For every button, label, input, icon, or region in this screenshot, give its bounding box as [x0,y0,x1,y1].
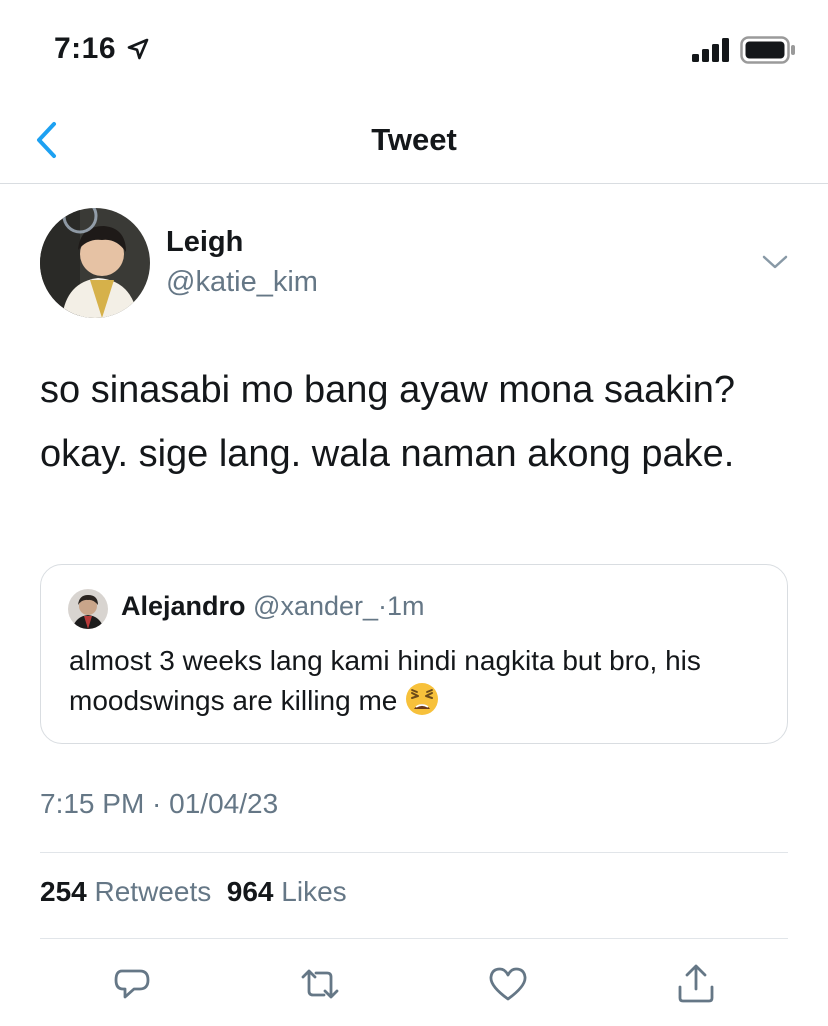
page-title: Tweet [371,122,457,157]
cellular-signal-icon [692,38,729,62]
like-icon[interactable] [486,962,530,1006]
status-bar: 7:16 [0,0,828,96]
retweets-label[interactable]: Retweets [95,876,212,907]
likes-count[interactable]: 964 [227,876,274,907]
retweet-icon[interactable] [298,962,342,1006]
tweet-stats: 254 Retweets 964 Likes [40,876,347,908]
battery-icon [740,36,795,64]
user-name[interactable]: Leigh [166,226,243,259]
avatar[interactable] [40,208,150,318]
quoted-time: 1m [387,591,425,621]
user-handle[interactable]: @katie_kim [166,266,318,299]
retweets-count[interactable]: 254 [40,876,87,907]
quoted-text-body: almost 3 weeks lang kami hindi nagkita b… [69,645,701,716]
nav-bar: Tweet [0,96,828,184]
location-arrow-icon [127,38,149,60]
quoted-avatar [68,589,108,629]
divider [40,938,788,939]
quoted-header: Alejandro @xander_·1m [121,591,425,622]
divider [40,852,788,853]
quoted-tweet-card[interactable]: Alejandro @xander_·1m almost 3 weeks lan… [40,564,788,744]
reply-icon[interactable] [110,962,154,1006]
quoted-author-name: Alejandro [121,591,246,621]
tweet-timestamp: 7:15 PM · 01/04/23 [40,788,279,819]
weary-face-emoji [406,683,439,715]
tweet-text: so sinasabi mo bang ayaw mona saakin? ok… [40,369,735,475]
quoted-separator: · [378,591,388,621]
share-icon[interactable] [674,962,718,1006]
quoted-author-handle: @xander_ [253,591,379,621]
likes-label[interactable]: Likes [281,876,346,907]
chevron-down-icon[interactable] [762,252,788,272]
quoted-text: almost 3 weeks lang kami hindi nagkita b… [69,641,769,721]
status-time: 7:16 [54,32,117,65]
